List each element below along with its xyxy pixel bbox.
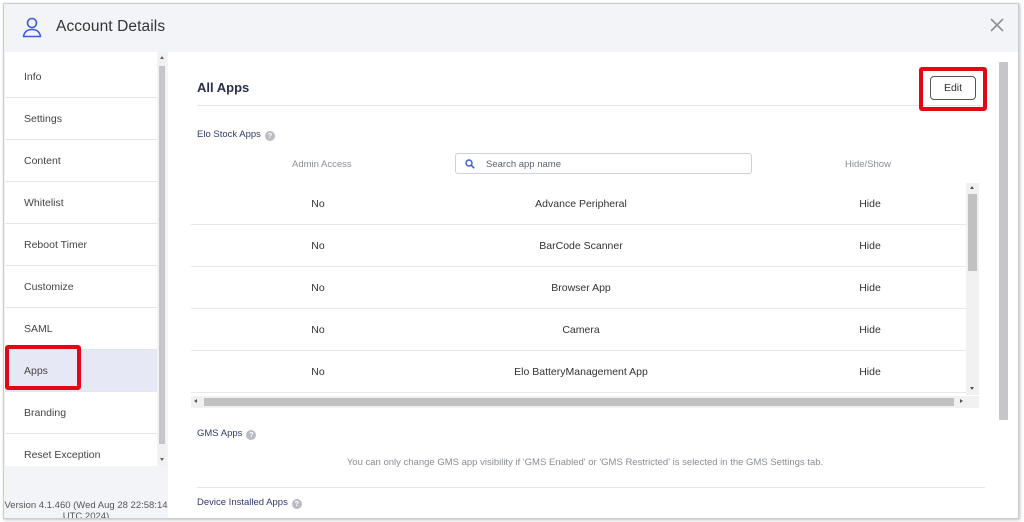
visibility-cell: Hide — [859, 324, 881, 336]
app-name-cell: Browser App — [551, 282, 611, 294]
title-divider — [197, 105, 985, 106]
app-name-cell: BarCode Scanner — [539, 240, 623, 252]
sidebar-item-reboot-timer[interactable]: Reboot Timer — [5, 224, 157, 266]
app-name-cell: Elo BatteryManagement App — [514, 366, 648, 378]
sidebar-item-branding[interactable]: Branding — [5, 392, 157, 434]
gms-apps-section: GMS Apps? — [197, 428, 257, 440]
sidebar-nav: Info Settings Content Whitelist Reboot T… — [5, 52, 157, 466]
scroll-up-arrow-icon[interactable] — [970, 186, 974, 189]
search-box[interactable] — [455, 153, 752, 174]
edit-button[interactable]: Edit — [930, 76, 976, 100]
table-row: No Camera Hide — [191, 309, 967, 351]
account-details-dialog: Account Details Info Settings Content Wh… — [3, 3, 1019, 519]
col-hide-show: Hide/Show — [845, 159, 891, 170]
table-vertical-scrollbar[interactable] — [966, 183, 979, 395]
scroll-down-arrow-icon[interactable] — [160, 458, 164, 461]
sidebar-item-info[interactable]: Info — [5, 56, 157, 98]
version-text: Version 4.1.460 (Wed Aug 28 22:58:14 UTC… — [4, 500, 168, 519]
stock-apps-table: No Advance Peripheral Hide No BarCode Sc… — [191, 183, 979, 408]
app-name-cell: Advance Peripheral — [535, 198, 627, 210]
visibility-cell: Hide — [859, 366, 881, 378]
scrollbar-corner — [966, 396, 979, 408]
dialog-header: Account Details — [4, 4, 1018, 52]
gms-visibility-note: You can only change GMS app visibility i… — [346, 457, 824, 468]
elo-stock-apps-section: Elo Stock Apps? — [197, 129, 275, 141]
sidebar-item-customize[interactable]: Customize — [5, 266, 157, 308]
elo-stock-apps-label: Elo Stock Apps — [197, 129, 261, 140]
close-icon[interactable] — [988, 16, 1006, 34]
scroll-left-arrow-icon[interactable] — [194, 399, 197, 403]
sidebar-scrollbar[interactable] — [158, 54, 166, 466]
scroll-up-arrow-icon[interactable] — [160, 56, 164, 59]
sidebar-item-reset-exception[interactable]: Reset Exception — [5, 434, 157, 466]
table-row: No Advance Peripheral Hide — [191, 183, 967, 225]
app-name-cell: Camera — [562, 324, 600, 336]
sidebar-item-saml[interactable]: SAML — [5, 308, 157, 350]
main-scrollbar-thumb[interactable] — [999, 62, 1008, 420]
table-horizontal-scrollbar[interactable] — [191, 396, 967, 408]
gms-divider — [197, 487, 985, 488]
help-icon[interactable]: ? — [291, 499, 302, 509]
sidebar-item-settings[interactable]: Settings — [5, 98, 157, 140]
user-outline-icon — [22, 17, 42, 38]
help-icon[interactable]: ? — [246, 430, 257, 440]
device-installed-apps-label: Device Installed Apps — [197, 497, 288, 508]
dialog-title: Account Details — [56, 18, 166, 35]
scroll-right-arrow-icon[interactable] — [960, 399, 963, 403]
gms-apps-label: GMS Apps — [197, 428, 243, 439]
help-icon[interactable]: ? — [264, 131, 275, 141]
search-icon — [465, 159, 475, 169]
sidebar-scroll-thumb[interactable] — [159, 66, 165, 444]
visibility-cell: Hide — [859, 240, 881, 252]
search-input[interactable] — [486, 156, 746, 172]
page-title: All Apps — [197, 80, 250, 95]
version-line-1: Version 4.1.460 (Wed Aug 28 22:58:14 — [4, 500, 168, 511]
scroll-down-arrow-icon[interactable] — [970, 387, 974, 390]
device-installed-apps-section: Device Installed Apps? — [197, 497, 302, 509]
version-line-2: UTC 2024) — [62, 511, 110, 519]
visibility-cell: Hide — [859, 282, 881, 294]
sidebar-item-content[interactable]: Content — [5, 140, 157, 182]
sidebar-item-whitelist[interactable]: Whitelist — [5, 182, 157, 224]
table-vscroll-thumb[interactable] — [968, 194, 977, 271]
table-row: No Elo BatteryManagement App Hide — [191, 351, 967, 393]
table-row: No BarCode Scanner Hide — [191, 225, 967, 267]
sidebar-item-apps[interactable]: Apps — [5, 350, 157, 392]
table-row: No Browser App Hide — [191, 267, 967, 309]
table-hscroll-thumb[interactable] — [204, 398, 954, 406]
col-admin-access: Admin Access — [292, 159, 352, 170]
visibility-cell: Hide — [859, 198, 881, 210]
